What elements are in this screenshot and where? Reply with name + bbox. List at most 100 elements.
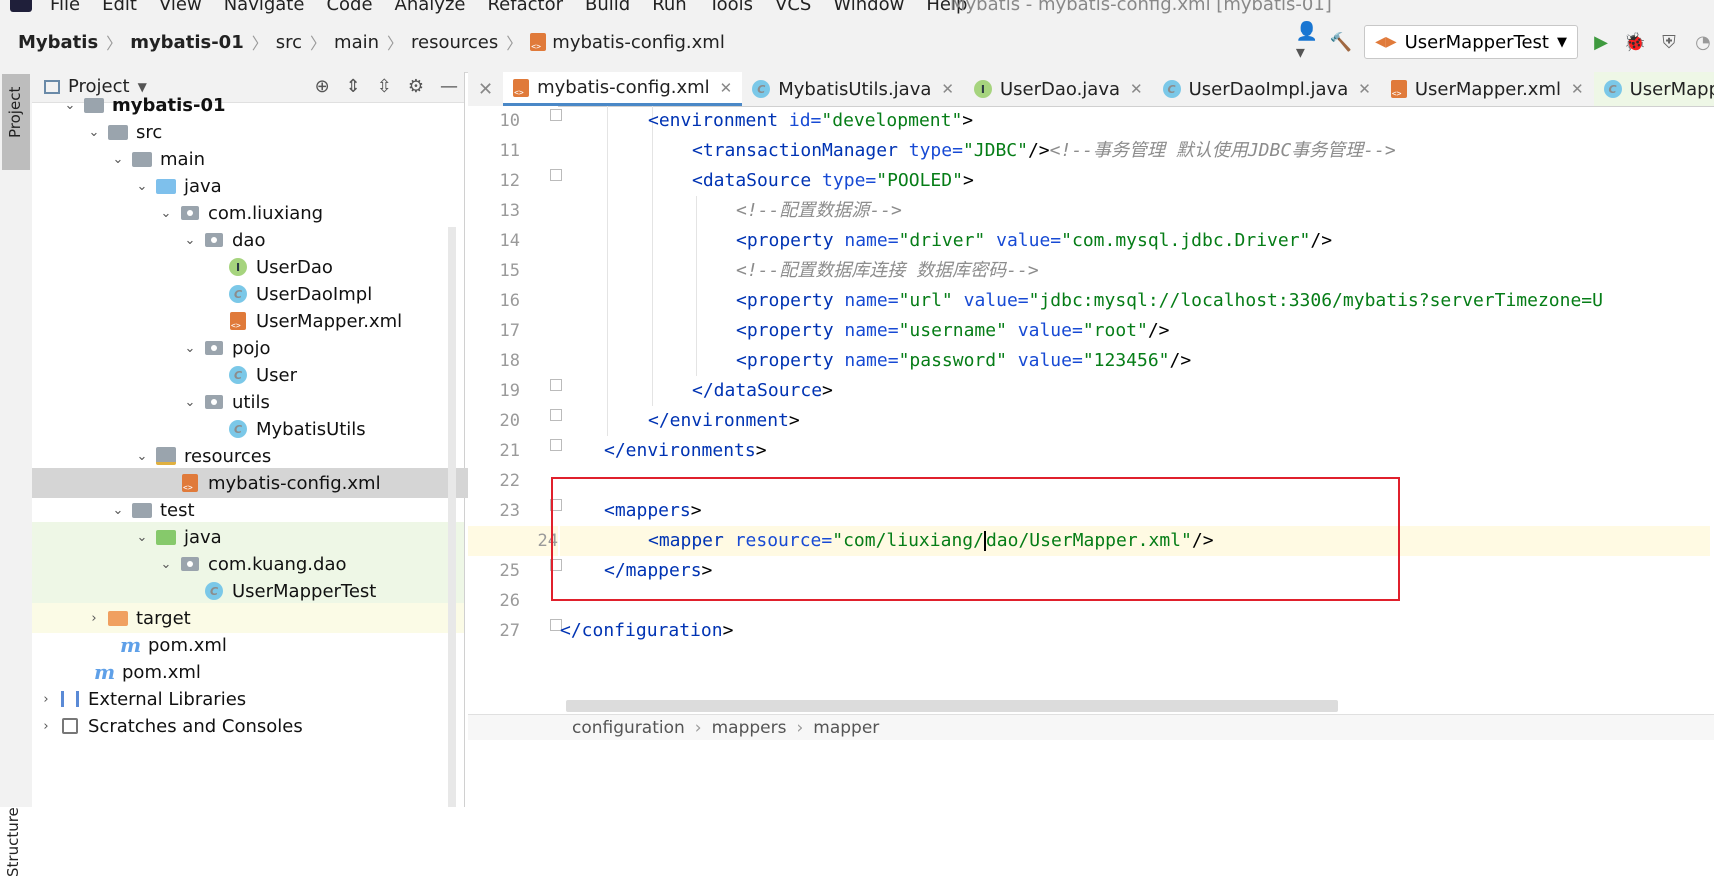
tree-item-external-libraries[interactable]: › External Libraries — [32, 684, 470, 714]
breadcrumb-main[interactable]: main — [334, 32, 379, 53]
menu-view[interactable]: View — [159, 0, 202, 15]
debug-icon[interactable]: 🐞 — [1624, 31, 1646, 53]
menu-window[interactable]: Window — [833, 0, 904, 15]
chevron-right-icon[interactable]: › — [86, 611, 102, 626]
code-editor[interactable]: <environment id="development"> <transact… — [560, 106, 1710, 776]
close-icon[interactable]: ✕ — [1571, 80, 1584, 98]
menu-navigate[interactable]: Navigate — [224, 0, 305, 15]
user-icon[interactable]: 👤▾ — [1296, 21, 1318, 63]
structure-tool-tab[interactable]: Structure — [4, 807, 22, 877]
tab-userdaoimpl-java[interactable]: C UserDaoImpl.java ✕ — [1153, 72, 1381, 106]
tree-item-main[interactable]: ⌄ main — [32, 144, 542, 174]
menu-vcs[interactable]: VCS — [775, 0, 811, 15]
breadcrumb-module[interactable]: mybatis-01 — [130, 32, 244, 53]
menu-refactor[interactable]: Refactor — [487, 0, 563, 15]
tree-item-label: java — [184, 526, 222, 548]
code-value: "com.mysql.jdbc.Driver" — [1061, 230, 1311, 251]
close-icon[interactable]: ✕ — [941, 80, 954, 98]
menu-code[interactable]: Code — [326, 0, 372, 15]
code-tag: </environments — [604, 440, 756, 461]
chevron-down-icon[interactable]: ⌄ — [158, 557, 174, 572]
chevron-down-icon[interactable]: ⌄ — [86, 125, 102, 140]
code-tag: </environment — [648, 410, 789, 431]
tree-item-com-kuang-dao[interactable]: ⌄ com.kuang.dao — [32, 549, 464, 579]
tab-usermappertest[interactable]: C UserMapperTest — [1593, 72, 1714, 106]
code-line-13: <!--配置数据源--> — [560, 196, 902, 226]
code-attr: name= — [833, 320, 899, 341]
tree-item-label: pom.xml — [148, 634, 227, 656]
run-configuration-select[interactable]: ◀▶ UserMapperTest ▼ — [1364, 25, 1578, 59]
code-punct: > — [822, 380, 833, 401]
tab-label: MybatisUtils.java — [778, 78, 932, 100]
chevron-down-icon[interactable]: ⌄ — [134, 530, 150, 545]
menu-analyze[interactable]: Analyze — [395, 0, 466, 15]
structure-crumb-mapper[interactable]: mapper — [813, 718, 879, 738]
close-icon[interactable]: ✕ — [720, 79, 733, 97]
project-scrollbar[interactable] — [448, 227, 456, 807]
tab-mybatis-config-xml[interactable]: mybatis-config.xml ✕ — [503, 72, 743, 106]
code-line-19: </dataSource> — [560, 376, 833, 406]
breadcrumb-project[interactable]: Mybatis — [18, 32, 98, 53]
code-line-18: <property name="password" value="123456"… — [560, 346, 1191, 376]
line-number: 26 — [499, 591, 520, 611]
package-icon — [180, 204, 200, 222]
interface-icon: I — [973, 80, 992, 98]
tree-item-label: pojo — [232, 337, 271, 359]
line-number: 10 — [499, 111, 520, 131]
code-punct: > — [788, 410, 800, 431]
tree-item-target[interactable]: › target — [32, 603, 464, 633]
code-line-21: </environments> — [560, 436, 767, 466]
chevron-down-icon[interactable]: ⌄ — [134, 449, 150, 464]
class-icon: C — [228, 366, 248, 384]
chevron-down-icon[interactable]: ⌄ — [158, 206, 174, 221]
tab-userdao-java[interactable]: I UserDao.java ✕ — [964, 72, 1153, 106]
chevron-down-icon[interactable]: ⌄ — [62, 98, 78, 113]
chevron-right-icon[interactable]: › — [38, 692, 54, 707]
chevron-down-icon[interactable]: ⌄ — [182, 233, 198, 248]
chevron-down-icon[interactable]: ⌄ — [110, 152, 126, 167]
code-attr: id= — [778, 110, 822, 131]
tab-mybatisutils-java[interactable]: C MybatisUtils.java ✕ — [742, 72, 964, 106]
tree-item-test[interactable]: ⌄ test — [32, 495, 542, 525]
tree-item-src[interactable]: ⌄ src — [32, 117, 518, 147]
project-tool-tab[interactable]: Project — [2, 74, 30, 170]
profile-icon[interactable]: ◔ — [1692, 31, 1714, 53]
build-hammer-icon[interactable]: 🔨 — [1330, 31, 1352, 53]
tree-item-label: UserDao — [256, 256, 333, 278]
menu-tools[interactable]: Tools — [709, 0, 753, 15]
code-attr: value= — [985, 230, 1062, 251]
chevron-right-icon[interactable]: › — [38, 719, 54, 734]
code-punct: /> — [1147, 320, 1170, 341]
chevron-down-icon[interactable]: ⌄ — [182, 341, 198, 356]
structure-crumb-mappers[interactable]: mappers — [712, 718, 787, 738]
run-icon[interactable]: ▶ — [1590, 31, 1612, 53]
menu-build[interactable]: Build — [585, 0, 630, 15]
code-attr: type= — [897, 140, 963, 161]
tree-item-test-java[interactable]: ⌄ java — [32, 522, 464, 552]
code-line-10: <environment id="development"> — [560, 106, 973, 136]
tree-item-scratches[interactable]: › Scratches and Consoles — [32, 711, 470, 741]
menu-edit[interactable]: Edit — [102, 0, 137, 15]
code-value: "url" — [898, 290, 953, 311]
code-tag: <property — [736, 230, 834, 251]
horizontal-scrollbar[interactable] — [566, 700, 1338, 712]
breadcrumb-file[interactable]: mybatis-config.xml — [552, 32, 725, 53]
breadcrumb-resources[interactable]: resources — [411, 32, 498, 53]
code-value: "JDBC" — [962, 140, 1028, 161]
tree-item-usermappertest[interactable]: C UserMapperTest — [32, 576, 464, 606]
tree-item-mybatis-01[interactable]: ⌄ mybatis-01 — [32, 90, 494, 120]
structure-crumb-configuration[interactable]: configuration — [572, 718, 685, 738]
close-icon[interactable]: ✕ — [468, 72, 503, 106]
chevron-down-icon[interactable]: ⌄ — [110, 503, 126, 518]
chevron-down-icon[interactable]: ⌄ — [182, 395, 198, 410]
breadcrumb-src[interactable]: src — [276, 32, 302, 53]
close-icon[interactable]: ✕ — [1358, 80, 1371, 98]
menu-run[interactable]: Run — [652, 0, 687, 15]
tab-usermapper-xml[interactable]: UserMapper.xml ✕ — [1381, 72, 1594, 106]
menu-file[interactable]: File — [50, 0, 80, 15]
chevron-down-icon[interactable]: ⌄ — [134, 179, 150, 194]
excluded-folder-icon — [108, 609, 128, 627]
code-attr: value= — [1006, 350, 1083, 371]
coverage-icon[interactable]: ⛨ — [1658, 31, 1680, 53]
close-icon[interactable]: ✕ — [1130, 80, 1143, 98]
